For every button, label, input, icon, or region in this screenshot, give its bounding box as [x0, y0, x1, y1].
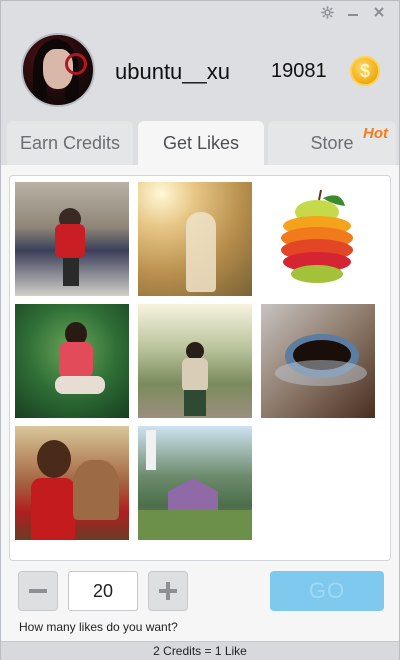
gear-icon[interactable] — [319, 4, 335, 20]
go-button[interactable]: GO — [270, 571, 384, 611]
tab-get-likes[interactable]: Get Likes — [138, 121, 264, 165]
minus-icon — [29, 589, 47, 593]
photo-thumbnail[interactable] — [261, 182, 375, 296]
tab-label: Get Likes — [162, 132, 240, 153]
tab-earn-credits[interactable]: Earn Credits — [7, 121, 133, 165]
credit-rate-footer: 2 Credits = 1 Like — [1, 641, 399, 660]
photo-thumbnail[interactable] — [138, 182, 252, 296]
avatar[interactable] — [21, 33, 95, 107]
app-window: ubuntu__xu 19081 $ Earn Credits Get Like… — [0, 0, 400, 660]
quantity-input[interactable] — [68, 571, 138, 611]
get-likes-panel: GO How many likes do you want? — [1, 165, 399, 641]
decrease-button[interactable] — [18, 571, 58, 611]
photo-thumbnail[interactable] — [261, 304, 375, 418]
plus-icon — [159, 582, 177, 600]
coin-symbol: $ — [359, 60, 370, 81]
avatar-red-mark — [65, 53, 87, 75]
username: ubuntu__xu — [115, 59, 230, 84]
minimize-icon[interactable] — [345, 4, 361, 20]
photo-thumbnail[interactable] — [15, 304, 129, 418]
coin-icon: $ — [350, 56, 380, 86]
credit-balance: 19081 — [271, 60, 327, 82]
hot-badge: Hot — [363, 125, 388, 142]
tab-label: Earn Credits — [19, 132, 121, 153]
photo-thumbnail[interactable] — [138, 426, 252, 540]
photo-gallery — [9, 175, 391, 561]
photo-thumbnail[interactable] — [138, 304, 252, 418]
photo-thumbnail[interactable] — [15, 426, 129, 540]
window-controls — [319, 4, 387, 20]
increase-button[interactable] — [148, 571, 188, 611]
tab-label: Store — [310, 132, 354, 153]
tab-store[interactable]: Store Hot — [268, 121, 396, 165]
close-icon[interactable] — [371, 4, 387, 20]
quantity-hint: How many likes do you want? — [19, 620, 178, 634]
photo-thumbnail[interactable] — [15, 182, 129, 296]
